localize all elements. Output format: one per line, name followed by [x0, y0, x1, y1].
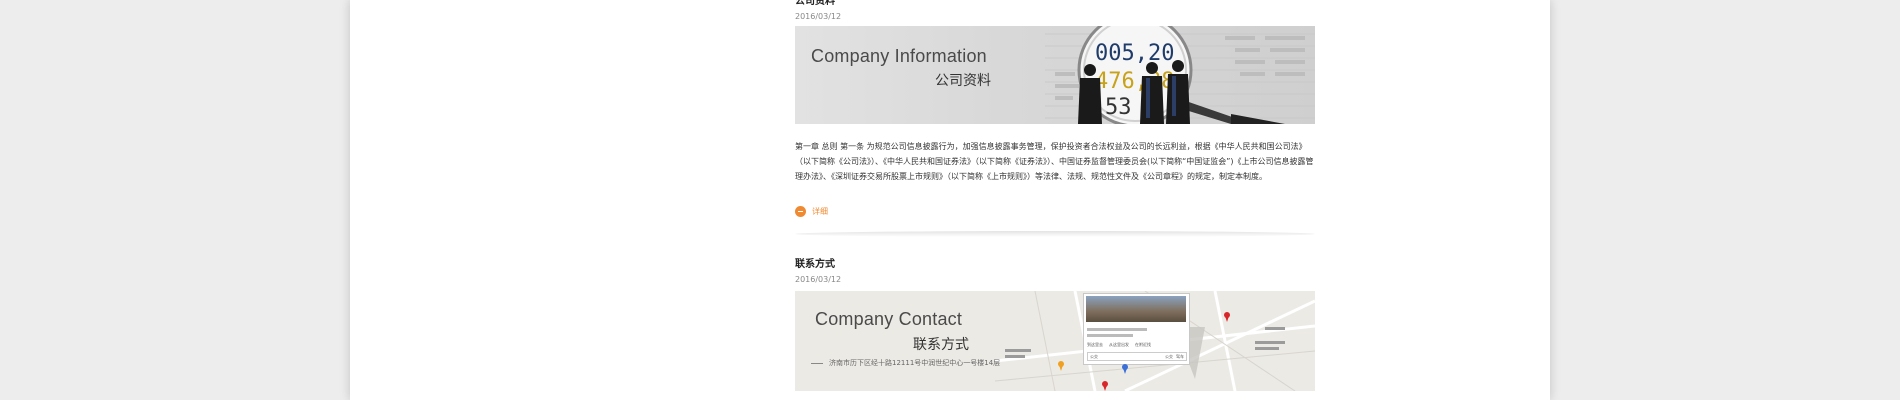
company-contact-banner[interactable]: 到这里去 从这里出发 在附近找 公交 公交 驾车 Company Contact… — [795, 291, 1315, 391]
article-date: 2016/03/12 — [795, 12, 842, 21]
more-link[interactable]: 详细 — [795, 206, 828, 217]
building-photo — [1086, 296, 1186, 322]
more-label: 详细 — [812, 207, 828, 216]
company-information-banner[interactable]: 005,20 476,38 53 Company Information 公司资… — [795, 26, 1315, 124]
route-mode-select[interactable]: 公交 — [1090, 354, 1098, 360]
map-info-window[interactable]: 到这里去 从这里出发 在附近找 公交 公交 驾车 — [1083, 293, 1190, 365]
banner-title-zh: 公司资料 — [935, 73, 991, 89]
banner-title-zh: 联系方式 — [913, 337, 969, 353]
article-company-information: 公司资料 2016/03/12 — [795, 0, 1315, 22]
more-icon — [795, 206, 806, 217]
article-company-contact: 联系方式 2016/03/12 — [795, 259, 1315, 285]
route-to-button[interactable]: 到这里去 — [1087, 342, 1103, 348]
article-summary: 第一章 总则 第一条 为规范公司信息披露行为，加强信息披露事务管理，保护投资者合… — [795, 142, 1314, 181]
section-divider — [795, 231, 1315, 237]
business-people-icon — [1078, 60, 1190, 124]
drive-button[interactable]: 驾车 — [1176, 354, 1184, 360]
map-background — [994, 291, 1315, 391]
banner-title-en: Company Information — [811, 46, 987, 66]
article-title[interactable]: 公司资料 — [795, 0, 1315, 8]
bus-button[interactable]: 公交 — [1165, 354, 1173, 360]
route-from-button[interactable]: 从这里出发 — [1109, 342, 1129, 348]
address-text: 济南市历下区经十路12111号中润世纪中心一号楼14层 — [829, 359, 1001, 367]
company-address: 济南市历下区经十路12111号中润世纪中心一号楼14层 — [811, 358, 1009, 369]
article-title[interactable]: 联系方式 — [795, 259, 1315, 271]
article-date: 2016/03/12 — [795, 275, 842, 284]
nearby-search-button[interactable]: 在附近找 — [1135, 342, 1151, 348]
content-page: 公司资料 2016/03/12 005,20 476,38 53 Company… — [350, 0, 1550, 400]
banner-title-en: Company Contact — [815, 309, 963, 329]
